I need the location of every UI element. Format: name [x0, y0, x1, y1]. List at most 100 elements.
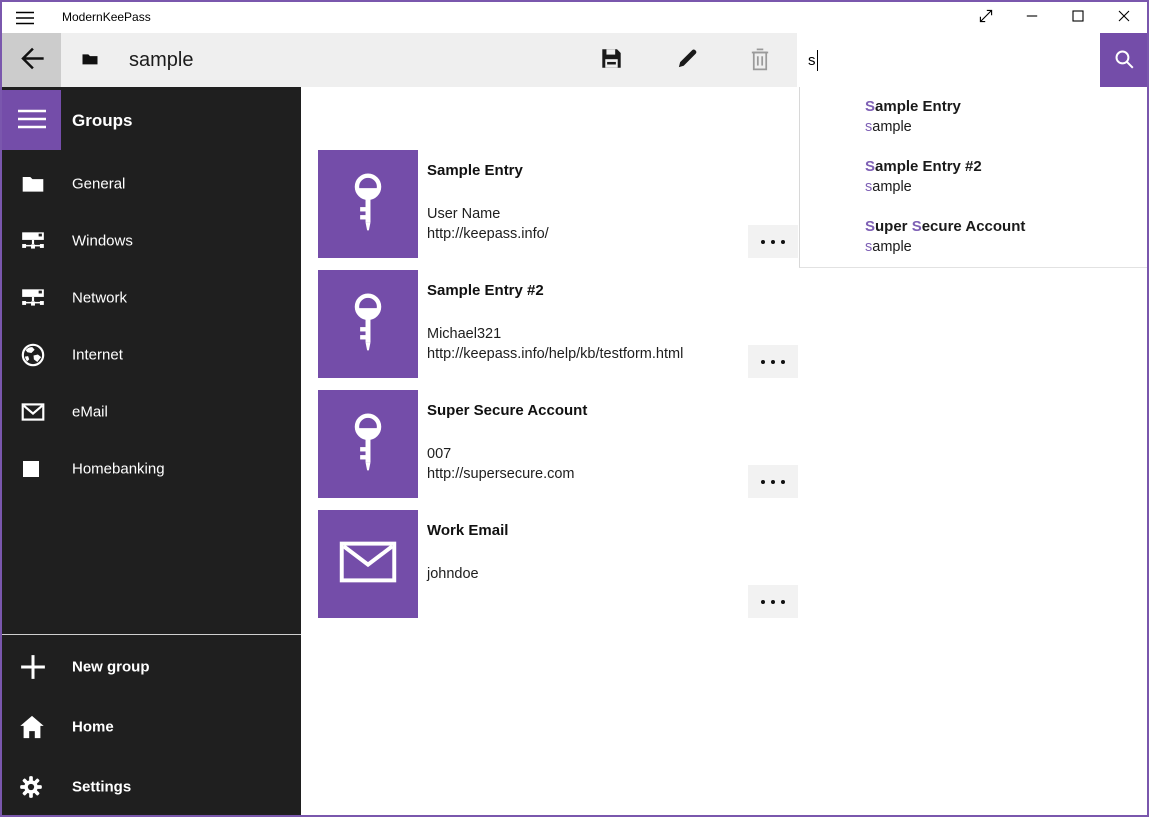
sidebar-item-internet[interactable]: Internet — [2, 326, 301, 383]
sidebar-item-settings[interactable]: Settings — [2, 757, 301, 817]
key-icon — [346, 410, 390, 479]
entry-tile[interactable] — [318, 150, 418, 258]
save-icon — [600, 47, 623, 73]
app-title: ModernKeePass — [62, 2, 151, 33]
back-arrow-icon — [18, 45, 45, 75]
gear-icon — [18, 774, 44, 800]
entry-details: User Name http://keepass.info/ — [427, 204, 549, 244]
maximize-button[interactable] — [1055, 2, 1101, 33]
ellipsis-icon — [761, 360, 765, 364]
entry-tile[interactable] — [318, 510, 418, 618]
fullscreen-button[interactable] — [963, 2, 1009, 33]
globe-icon — [20, 342, 46, 368]
entry-username: Michael321 — [427, 324, 683, 344]
ellipsis-icon — [761, 480, 765, 484]
search-suggestion-sample-entry-2[interactable]: Sample Entry #2 sample — [800, 157, 1147, 217]
pencil-icon — [676, 47, 699, 73]
entry-more-button[interactable] — [748, 345, 798, 378]
search-suggestion-sample-entry[interactable]: Sample Entry sample — [800, 97, 1147, 157]
sidebar-item-label: eMail — [72, 403, 108, 420]
search-button[interactable] — [1100, 33, 1147, 87]
sidebar-item-label: New group — [72, 659, 150, 676]
sidebar-item-label: Settings — [72, 779, 131, 796]
key-icon — [346, 290, 390, 359]
sidebar-item-label: Home — [72, 719, 114, 736]
network-icon — [20, 286, 46, 310]
entry-row-work-email[interactable]: Work Email johndoe — [318, 510, 1108, 618]
sidebar-item-new-group[interactable]: New group — [2, 637, 301, 697]
sidebar-item-network[interactable]: Network — [2, 269, 301, 326]
envelope-icon — [20, 399, 46, 425]
sidebar-item-windows[interactable]: Windows — [2, 212, 301, 269]
suggestion-title: Sample Entry — [865, 97, 1147, 117]
sidebar-item-homebanking[interactable]: Homebanking — [2, 440, 301, 497]
sidebar-item-home[interactable]: Home — [2, 697, 301, 757]
suggestion-subtitle: sample — [865, 117, 1147, 137]
entry-row-sample-entry-2[interactable]: Sample Entry #2 Michael321 http://keepas… — [318, 270, 1108, 378]
envelope-icon — [339, 541, 397, 588]
database-title: sample — [129, 33, 193, 87]
entry-url: http://keepass.info/ — [427, 224, 549, 244]
edit-button[interactable] — [663, 33, 711, 87]
back-button[interactable] — [2, 33, 61, 87]
suggestion-subtitle: sample — [865, 237, 1147, 257]
entry-more-button[interactable] — [748, 465, 798, 498]
window-controls — [963, 2, 1147, 33]
network-icon — [20, 229, 46, 253]
suggestion-title: Sample Entry #2 — [865, 157, 1147, 177]
search-query-text: s — [808, 52, 816, 69]
sidebar-actions: New group Home Settings — [2, 637, 301, 817]
sidebar-item-label: Network — [72, 289, 127, 306]
search-icon — [1113, 48, 1135, 73]
entry-title: Super Secure Account — [427, 402, 587, 419]
square-icon — [20, 458, 42, 480]
trash-icon — [749, 47, 771, 74]
groups-heading: Groups — [72, 109, 132, 133]
key-icon — [346, 170, 390, 239]
text-cursor — [817, 50, 818, 71]
folder-icon — [20, 171, 46, 197]
entry-tile[interactable] — [318, 390, 418, 498]
ellipsis-icon — [761, 600, 765, 604]
database-folder-icon — [80, 49, 100, 74]
app-window: ModernKeePass — [0, 0, 1149, 817]
sidebar-divider — [2, 634, 301, 635]
close-button[interactable] — [1101, 2, 1147, 33]
entry-username: User Name — [427, 204, 549, 224]
search-input[interactable]: s — [797, 33, 1100, 87]
entry-title: Sample Entry #2 — [427, 282, 544, 299]
search-suggestions-dropdown: Sample Entry sample Sample Entry #2 samp… — [799, 87, 1147, 268]
nav-toggle-button[interactable] — [2, 90, 61, 150]
suggestion-title: Super Secure Account — [865, 217, 1147, 237]
maximize-icon — [1070, 8, 1086, 27]
minimize-icon — [1024, 8, 1040, 27]
expand-diagonal-icon — [978, 8, 994, 27]
sidebar-item-label: Windows — [72, 232, 133, 249]
entry-title: Sample Entry — [427, 162, 523, 179]
entry-details: 007 http://supersecure.com — [427, 444, 575, 484]
titlebar: ModernKeePass — [2, 2, 1147, 33]
entry-url: http://keepass.info/help/kb/testform.htm… — [427, 344, 683, 364]
search-suggestion-super-secure-account[interactable]: Super Secure Account sample — [800, 217, 1147, 277]
header: sample — [61, 33, 797, 87]
entry-username: johndoe — [427, 564, 479, 584]
delete-button[interactable] — [736, 33, 784, 87]
sidebar-item-email[interactable]: eMail — [2, 383, 301, 440]
sidebar-item-general[interactable]: General — [2, 155, 301, 212]
entry-url: http://supersecure.com — [427, 464, 575, 484]
entry-username: 007 — [427, 444, 575, 464]
save-button[interactable] — [587, 33, 635, 87]
entry-tile[interactable] — [318, 270, 418, 378]
entry-details: johndoe — [427, 564, 479, 584]
suggestion-subtitle: sample — [865, 177, 1147, 197]
entry-more-button[interactable] — [748, 225, 798, 258]
sidebar-item-label: Internet — [72, 346, 123, 363]
entry-row-super-secure-account[interactable]: Super Secure Account 007 http://supersec… — [318, 390, 1108, 498]
close-icon — [1116, 8, 1132, 27]
minimize-button[interactable] — [1009, 2, 1055, 33]
ellipsis-icon — [761, 240, 765, 244]
sidebar-item-label: General — [72, 175, 125, 192]
hamburger-icon — [17, 108, 47, 133]
entry-more-button[interactable] — [748, 585, 798, 618]
home-icon — [18, 714, 46, 740]
